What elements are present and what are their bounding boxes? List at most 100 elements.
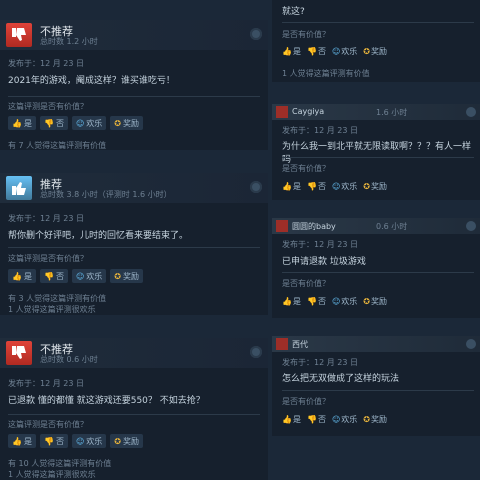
helpful-count: 有 3 人觉得这篇评测有价值: [8, 294, 107, 303]
vote-no-button[interactable]: 👎否: [307, 46, 326, 57]
author-name[interactable]: 西代: [292, 339, 308, 350]
thumbs-up-icon: 👍: [12, 118, 22, 128]
award-button[interactable]: ✪奖励: [363, 414, 387, 425]
review-text: 为什么我一到北平就无限读取啊？？？有人一样吗: [282, 142, 472, 165]
thumbs-down-icon: 👎: [306, 182, 317, 191]
thumbs-down-icon: 👎: [306, 415, 317, 424]
steam-icon[interactable]: [466, 107, 476, 117]
smiley-icon: ☺: [331, 182, 341, 191]
vote-buttons: 👍是 👎否 ☺欢乐 ✪奖励: [282, 46, 387, 57]
vote-funny-button[interactable]: ☺欢乐: [71, 434, 107, 448]
review-text: 2021年的游戏，阉成这样？谁买谁吃亏！: [8, 76, 175, 86]
vote-funny-button[interactable]: ☺欢乐: [332, 181, 357, 192]
divider: [8, 414, 260, 415]
award-icon: ✪: [363, 297, 370, 306]
author-name[interactable]: 圆圆的baby: [292, 221, 336, 232]
review-header: 不推荐 总时数 1.2 小时: [0, 20, 268, 50]
vote-yes-button[interactable]: 👍是: [282, 46, 301, 57]
vote-buttons: 👍是 👎否 ☺欢乐 ✪奖励: [8, 434, 143, 448]
smiley-icon: ☺: [331, 47, 341, 56]
divider: [8, 96, 260, 97]
steam-icon[interactable]: [250, 28, 262, 40]
review-header: Caygiya 1.6 小时: [272, 104, 480, 120]
vote-buttons: 👍是 👎否 ☺欢乐 ✪奖励: [282, 414, 387, 425]
vote-funny-button[interactable]: ☺欢乐: [71, 269, 107, 283]
divider: [8, 247, 260, 248]
review-text: 已退款 懂的都懂 就这游戏还要550？ 不如去抢？: [8, 396, 205, 406]
vote-yes-button[interactable]: 👍是: [282, 296, 301, 307]
hours-played: 总时数 1.2 小时: [40, 37, 98, 46]
posted-date: 发布于：12 月 23 日: [282, 126, 358, 135]
avatar[interactable]: [276, 106, 288, 118]
review-card: 就这? 是否有价值？ 👍是 👎否 ☺欢乐 ✪奖励 1 人觉得这篇评测有价值: [272, 0, 480, 82]
vote-no-button[interactable]: 👎否: [307, 181, 326, 192]
vote-no-button[interactable]: 👎否: [307, 414, 326, 425]
vote-yes-button[interactable]: 👍是: [8, 269, 36, 283]
hours-played: 总时数 3.8 小时（评测时 1.6 小时）: [40, 190, 172, 199]
vote-funny-button[interactable]: ☺欢乐: [332, 414, 357, 425]
award-button[interactable]: ✪奖励: [363, 46, 387, 57]
review-text: 就这?: [282, 7, 305, 17]
helpful-question: 这篇评测是否有价值？: [8, 420, 88, 429]
vote-buttons: 👍是 👎否 ☺欢乐 ✪奖励: [282, 296, 387, 307]
review-card: 不推荐 总时数 1.2 小时 发布于：12 月 23 日 2021年的游戏，阉成…: [0, 20, 268, 150]
vote-funny-button[interactable]: ☺欢乐: [332, 46, 357, 57]
posted-date: 发布于：12 月 23 日: [8, 214, 84, 223]
vote-yes-button[interactable]: 👍是: [8, 116, 36, 130]
award-button[interactable]: ✪奖励: [110, 116, 143, 130]
vote-funny-button[interactable]: ☺欢乐: [71, 116, 107, 130]
helpful-count: 有 10 人觉得这篇评测有价值: [8, 459, 112, 468]
review-card: 不推荐 总时数 0.6 小时 发布于：12 月 23 日 已退款 懂的都懂 就这…: [0, 338, 268, 480]
thumbs-up-icon: 👍: [282, 182, 292, 191]
review-header: 西代: [272, 336, 480, 352]
thumbs-down-icon: [6, 23, 32, 47]
thumbs-down-icon: 👎: [43, 118, 54, 128]
review-text: 怎么把无双做成了这样的玩法: [282, 374, 400, 384]
helpful-count: 有 7 人觉得这篇评测有价值: [8, 141, 107, 150]
award-icon: ✪: [114, 271, 121, 281]
steam-icon[interactable]: [250, 181, 262, 193]
vote-no-button[interactable]: 👎否: [39, 434, 68, 448]
posted-date: 发布于：12 月 23 日: [8, 379, 84, 388]
thumbs-down-icon: 👎: [306, 297, 317, 306]
vote-no-button[interactable]: 👎否: [307, 296, 326, 307]
steam-icon[interactable]: [250, 346, 262, 358]
funny-count: 1 人觉得这篇评测很欢乐: [8, 305, 96, 314]
thumbs-up-icon: 👍: [282, 47, 292, 56]
helpful-question: 是否有价值？: [282, 30, 330, 39]
award-button[interactable]: ✪奖励: [110, 269, 143, 283]
hours-played: 1.6 小时: [376, 108, 408, 117]
smiley-icon: ☺: [75, 436, 85, 446]
helpful-question: 这篇评测是否有价值？: [8, 102, 88, 111]
helpful-count: 1 人觉得这篇评测有价值: [282, 69, 370, 78]
posted-date: 发布于：12 月 23 日: [282, 240, 358, 249]
vote-yes-button[interactable]: 👍是: [8, 434, 36, 448]
review-header: 不推荐 总时数 0.6 小时: [0, 338, 268, 368]
avatar[interactable]: [276, 338, 288, 350]
steam-icon[interactable]: [466, 221, 476, 231]
vote-yes-button[interactable]: 👍是: [282, 181, 301, 192]
review-card: 圆圆的baby 0.6 小时 发布于：12 月 23 日 已申请退款 垃圾游戏 …: [272, 218, 480, 318]
steam-icon[interactable]: [466, 339, 476, 349]
thumbs-up-icon: 👍: [12, 436, 22, 446]
thumbs-down-icon: 👎: [306, 47, 317, 56]
award-button[interactable]: ✪奖励: [363, 181, 387, 192]
award-button[interactable]: ✪奖励: [363, 296, 387, 307]
vote-yes-button[interactable]: 👍是: [282, 414, 301, 425]
helpful-question: 是否有价值？: [282, 397, 330, 406]
thumbs-down-icon: [6, 341, 32, 365]
vote-buttons: 👍是 👎否 ☺欢乐 ✪奖励: [8, 269, 143, 283]
avatar[interactable]: [276, 220, 288, 232]
vote-no-button[interactable]: 👎否: [39, 116, 68, 130]
vote-no-button[interactable]: 👎否: [39, 269, 68, 283]
vote-funny-button[interactable]: ☺欢乐: [332, 296, 357, 307]
thumbs-up-icon: [6, 176, 32, 200]
hours-played: 总时数 0.6 小时: [40, 355, 98, 364]
review-card: 推荐 总时数 3.8 小时（评测时 1.6 小时） 发布于：12 月 23 日 …: [0, 173, 268, 315]
award-icon: ✪: [114, 118, 121, 128]
author-name[interactable]: Caygiya: [292, 107, 324, 116]
award-button[interactable]: ✪奖励: [110, 434, 143, 448]
thumbs-up-icon: 👍: [12, 271, 22, 281]
hours-played: 0.6 小时: [376, 222, 408, 231]
smiley-icon: ☺: [331, 297, 341, 306]
